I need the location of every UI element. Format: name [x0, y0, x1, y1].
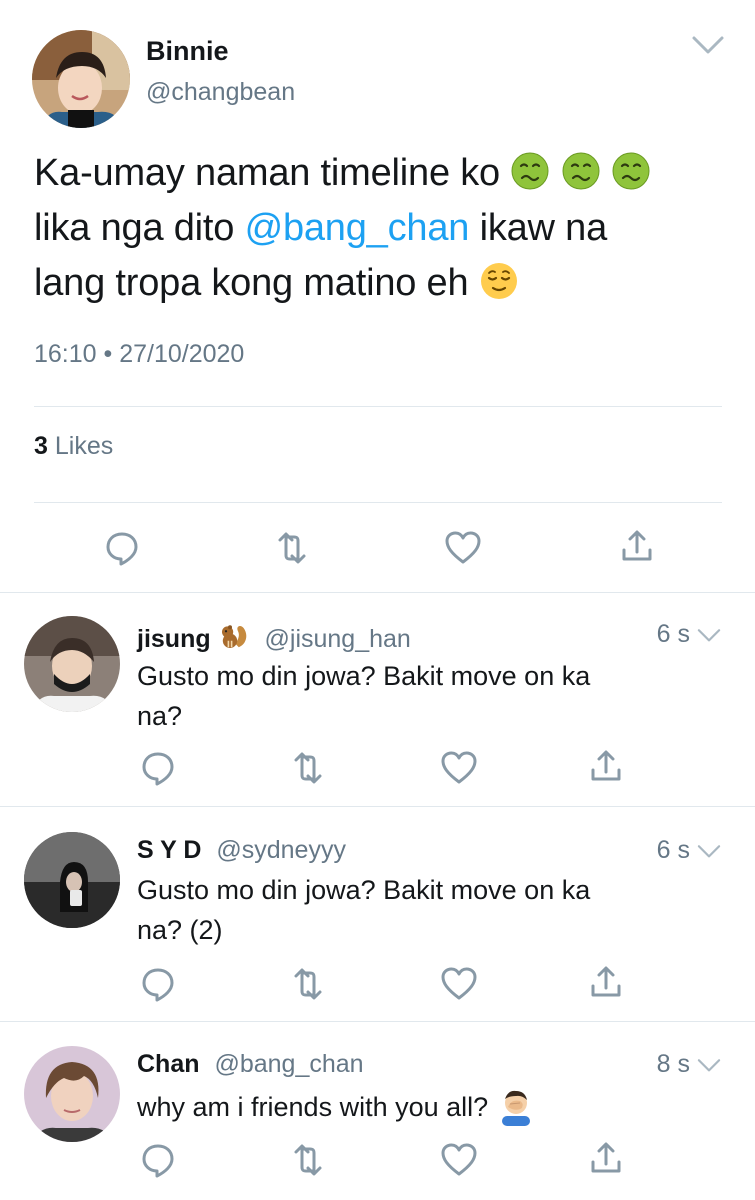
- reply-text: why am i friends with you all?: [137, 1086, 707, 1127]
- heart-icon[interactable]: [439, 1140, 479, 1180]
- reply-text-line: Gusto mo din jowa? Bakit move on ka: [137, 875, 591, 905]
- reply-author-name[interactable]: S Y D: [137, 836, 201, 864]
- avatar-image: [32, 30, 130, 128]
- reply-icon[interactable]: [138, 748, 178, 788]
- likes-count[interactable]: 3 Likes: [34, 432, 113, 461]
- reply-text: Gusto mo din jowa? Bakit move on ka na? …: [137, 870, 707, 950]
- author-handle[interactable]: @changbean: [146, 78, 295, 107]
- avatar-jisung[interactable]: [24, 616, 120, 712]
- divider: [34, 406, 722, 407]
- chipmunk-icon: [218, 620, 250, 652]
- tweet-text-segment: Ka-umay naman timeline ko: [34, 152, 500, 194]
- reply-text-line: Gusto mo din jowa? Bakit move on ka: [137, 661, 591, 691]
- relieved-face-icon: [479, 261, 519, 301]
- retweet-icon[interactable]: [288, 1140, 328, 1180]
- avatar-chan[interactable]: [24, 1046, 120, 1142]
- reply-text: Gusto mo din jowa? Bakit move on ka na?: [137, 656, 707, 736]
- reply-header: jisung @jisung_han: [137, 620, 411, 654]
- avatar-image: [24, 1046, 120, 1142]
- share-icon[interactable]: [586, 746, 626, 786]
- share-icon[interactable]: [586, 1138, 626, 1178]
- nauseated-face-icon: [510, 151, 550, 191]
- divider: [0, 1021, 755, 1022]
- reply-author-name[interactable]: Chan: [137, 1050, 200, 1078]
- reply-text-line: na?: [137, 701, 183, 731]
- likes-label: Likes: [54, 432, 114, 460]
- likes-number: 3: [34, 432, 48, 460]
- chevron-down-icon[interactable]: [696, 842, 722, 862]
- tweet-text-line-3: lang tropa kong matino eh: [34, 256, 724, 311]
- reply-time: 6 s: [656, 836, 690, 864]
- retweet-icon[interactable]: [288, 748, 328, 788]
- reply-author-handle[interactable]: @jisung_han: [265, 625, 411, 653]
- reply-icon[interactable]: [138, 1140, 178, 1180]
- chevron-down-icon[interactable]: [696, 626, 722, 646]
- reply-text-segment: why am i friends with you all?: [137, 1092, 489, 1122]
- reply-icon[interactable]: [102, 528, 142, 568]
- reply-icon[interactable]: [138, 964, 178, 1004]
- tweet-text-segment: lang tropa kong matino eh: [34, 262, 469, 304]
- avatar-binnie[interactable]: [32, 30, 130, 128]
- reply-author-name[interactable]: jisung: [137, 625, 211, 653]
- tweet-text-line-1: Ka-umay naman timeline ko: [34, 146, 724, 201]
- facepalm-icon: [496, 1086, 536, 1126]
- reply-header: S Y D @sydneyyy: [137, 836, 346, 865]
- heart-icon[interactable]: [443, 528, 483, 568]
- reply-text-line: na? (2): [137, 915, 223, 945]
- tweet-timestamp[interactable]: 16:10 • 27/10/2020: [34, 340, 244, 369]
- divider: [34, 502, 722, 503]
- share-icon[interactable]: [586, 962, 626, 1002]
- reply-author-handle[interactable]: @sydneyyy: [216, 836, 346, 864]
- share-icon[interactable]: [617, 526, 657, 566]
- reply-time: 6 s: [656, 620, 690, 648]
- tweet-text-line-2: lika nga dito @bang_chan ikaw na: [34, 201, 724, 256]
- divider: [0, 592, 755, 593]
- chevron-down-icon[interactable]: [690, 34, 726, 58]
- author-name[interactable]: Binnie: [146, 36, 229, 67]
- reply-time: 8 s: [656, 1050, 690, 1078]
- heart-icon[interactable]: [439, 748, 479, 788]
- avatar-syd[interactable]: [24, 832, 120, 928]
- nauseated-face-icon: [611, 151, 651, 191]
- tweet-text-segment: lika nga dito: [34, 207, 235, 249]
- retweet-icon[interactable]: [288, 964, 328, 1004]
- mention-link[interactable]: @bang_chan: [245, 207, 470, 249]
- chevron-down-icon[interactable]: [696, 1056, 722, 1076]
- tweet-text: Ka-umay naman timeline ko lika nga dito …: [34, 146, 724, 311]
- divider: [0, 806, 755, 807]
- retweet-icon[interactable]: [272, 528, 312, 568]
- reply-header: Chan @bang_chan: [137, 1050, 364, 1079]
- nauseated-face-icon: [561, 151, 601, 191]
- heart-icon[interactable]: [439, 964, 479, 1004]
- avatar-image: [24, 616, 120, 712]
- avatar-image: [24, 832, 120, 928]
- reply-text-line: why am i friends with you all?: [137, 1086, 707, 1127]
- reply-author-handle[interactable]: @bang_chan: [214, 1050, 363, 1078]
- tweet-text-segment: ikaw na: [479, 207, 608, 249]
